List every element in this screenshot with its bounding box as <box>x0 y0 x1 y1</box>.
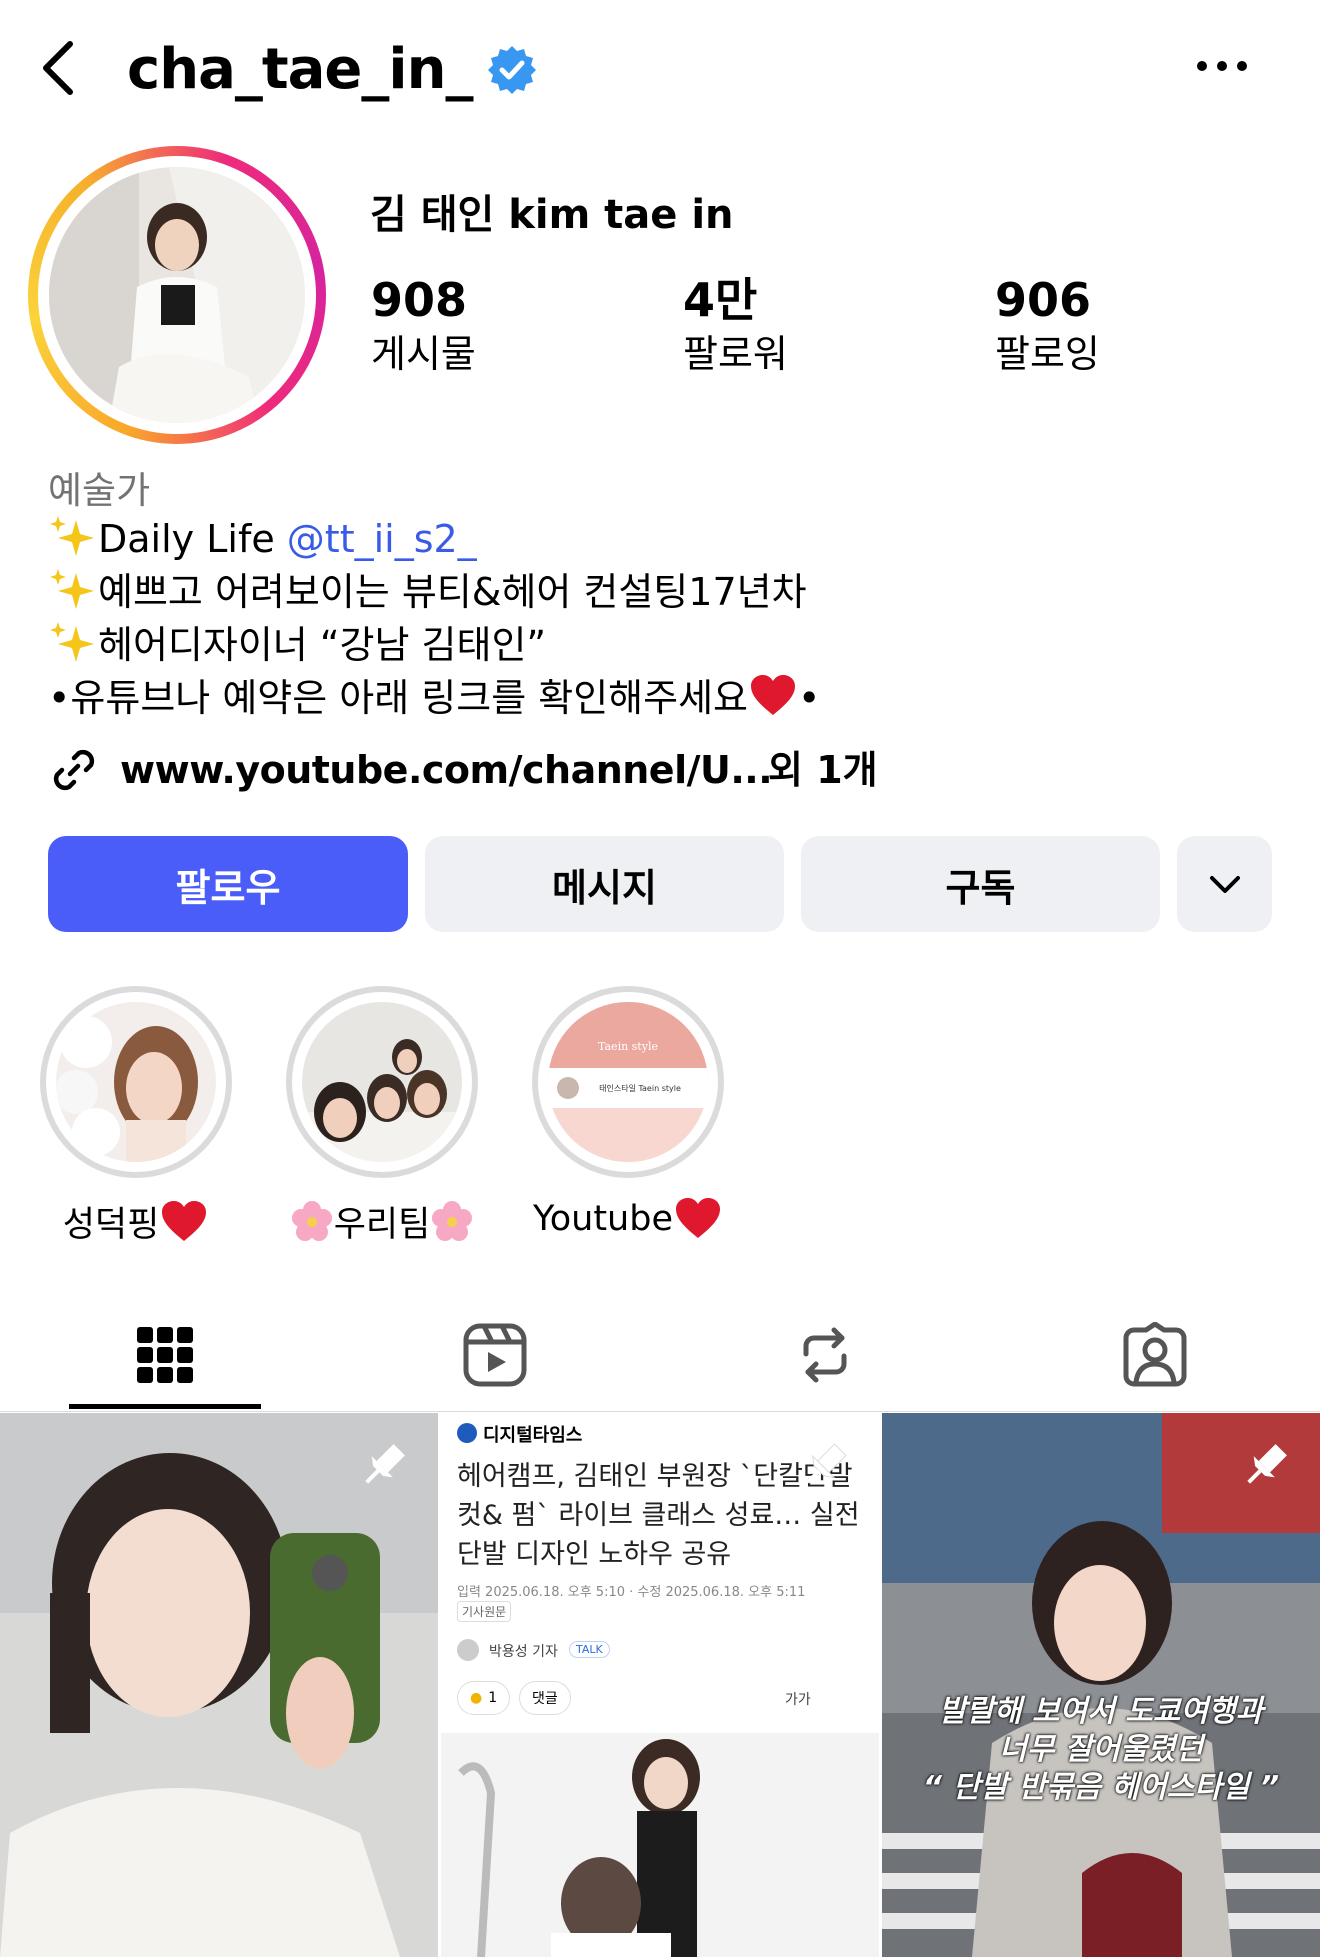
bio-line-2: 예쁘고 어려보이는 뷰티&헤어 컨설팅17년차 <box>48 567 807 617</box>
cherry-blossom-icon <box>291 1200 332 1241</box>
highlight-cover-image <box>56 1002 216 1162</box>
post-image <box>0 1413 438 1957</box>
suggested-dropdown-button[interactable] <box>1177 836 1272 932</box>
heart-icon <box>751 675 796 715</box>
reporter-avatar <box>457 1639 479 1661</box>
article-meta: 입력 2025.06.18. 오후 5:10 · 수정 2025.06.18. … <box>457 1585 806 1600</box>
highlight-label: 성덕핑 <box>40 1196 232 1247</box>
heart-icon <box>162 1200 207 1241</box>
stat-posts[interactable]: 908 게시물 <box>371 272 476 380</box>
tab-reposts[interactable] <box>660 1300 990 1410</box>
sparkles-icon <box>50 569 94 609</box>
link-icon <box>53 749 95 791</box>
svg-text:Taein style: Taein style <box>598 1040 658 1053</box>
profile-link-url[interactable]: www.youtube.com/channel/U... <box>120 740 773 800</box>
back-arrow-icon[interactable] <box>36 36 86 100</box>
bio-line-1: Daily Life @tt_ii_s2_ <box>48 514 477 564</box>
pin-icon <box>365 1444 405 1484</box>
news-logo-icon <box>457 1423 477 1443</box>
story-highlight-3[interactable]: Taein style 태인스타일 Taein style Youtube <box>532 986 724 1242</box>
highlight-cover-image <box>302 1002 462 1162</box>
reels-icon <box>463 1323 527 1387</box>
profile-category: 예술가 <box>48 469 151 512</box>
story-highlight-1[interactable]: 성덕핑 <box>40 986 232 1247</box>
sparkles-icon <box>50 516 94 556</box>
bio-line-3: 헤어디자이너 “강남 김태인” <box>48 620 546 670</box>
chevron-down-icon <box>1209 876 1240 893</box>
profile-link-extra[interactable]: 외 1개 <box>768 740 878 800</box>
pin-icon <box>806 1443 847 1484</box>
reporter-name: 박용성 기자 <box>489 1644 558 1660</box>
highlight-label: 우리팀 <box>286 1196 478 1247</box>
story-highlight-2[interactable]: 우리팀 <box>286 986 478 1247</box>
highlight-label: Youtube <box>532 1196 724 1242</box>
grid-icon <box>137 1327 193 1383</box>
follow-button[interactable]: 팔로우 <box>48 836 408 932</box>
verified-badge-icon <box>488 46 536 94</box>
username: cha_tae_in_ <box>127 37 473 102</box>
cherry-blossom-icon <box>432 1200 473 1241</box>
tagged-icon <box>1123 1322 1187 1387</box>
story-ring[interactable] <box>28 146 326 444</box>
tab-grid[interactable] <box>0 1300 330 1410</box>
article-original-link: 기사원문 <box>457 1601 512 1622</box>
profile-header: cha_tae_in_ <box>0 0 1320 140</box>
active-tab-indicator <box>69 1404 261 1409</box>
post-caption-overlay: 발랄해 보여서 도쿄여행과 너무 잘어울렸던 “ 단발 반묶음 헤어스타일 ” <box>922 1694 1280 1805</box>
sparkles-icon <box>50 622 94 662</box>
article-fontsize: 가가 <box>785 1692 811 1708</box>
more-options-icon[interactable] <box>1196 56 1248 76</box>
heart-icon <box>675 1198 720 1238</box>
post-tile-2[interactable]: 디지털타임스 헤어캠프, 김태인 부원장 `단칼단발 컷& 펌` 라이브 클래스… <box>441 1413 879 1957</box>
followers-label: 팔로워 <box>683 332 788 376</box>
followers-count: 4만 <box>683 273 758 327</box>
tab-divider <box>0 1411 1320 1412</box>
following-label: 팔로잉 <box>995 332 1100 376</box>
article-comment: 댓글 <box>519 1681 571 1715</box>
svg-text:태인스타일 Taein style: 태인스타일 Taein style <box>599 1083 681 1093</box>
tab-tagged[interactable] <box>990 1300 1320 1410</box>
posts-label: 게시물 <box>371 332 476 376</box>
following-count: 906 <box>995 273 1092 327</box>
profile-avatar[interactable] <box>49 167 305 423</box>
talk-badge: TALK <box>569 1641 610 1658</box>
article-like: ● 1 <box>457 1681 511 1715</box>
display-name: 김 태인 kim tae in <box>370 192 734 238</box>
message-button[interactable]: 메시지 <box>425 836 784 932</box>
post-tile-1[interactable] <box>0 1413 438 1957</box>
stat-followers[interactable]: 4만 팔로워 <box>683 272 788 380</box>
highlight-cover-image: Taein style 태인스타일 Taein style <box>548 1002 708 1162</box>
post-tile-3[interactable]: 발랄해 보여서 도쿄여행과 너무 잘어울렸던 “ 단발 반묶음 헤어스타일 ” <box>882 1413 1320 1957</box>
article-photo <box>441 1733 879 1957</box>
subscribe-button[interactable]: 구독 <box>801 836 1160 932</box>
posts-count: 908 <box>371 273 468 327</box>
bio-line-4: •유튜브나 예약은 아래 링크를 확인해주세요 • <box>48 673 820 723</box>
tab-reels[interactable] <box>330 1300 660 1410</box>
repost-icon <box>803 1327 847 1383</box>
post-image <box>882 1413 1320 1957</box>
pin-icon <box>1247 1444 1287 1484</box>
article-source: 디지털타임스 <box>483 1425 583 1446</box>
bio-mention-link[interactable]: @tt_ii_s2_ <box>287 517 477 561</box>
stat-following[interactable]: 906 팔로잉 <box>995 272 1100 380</box>
